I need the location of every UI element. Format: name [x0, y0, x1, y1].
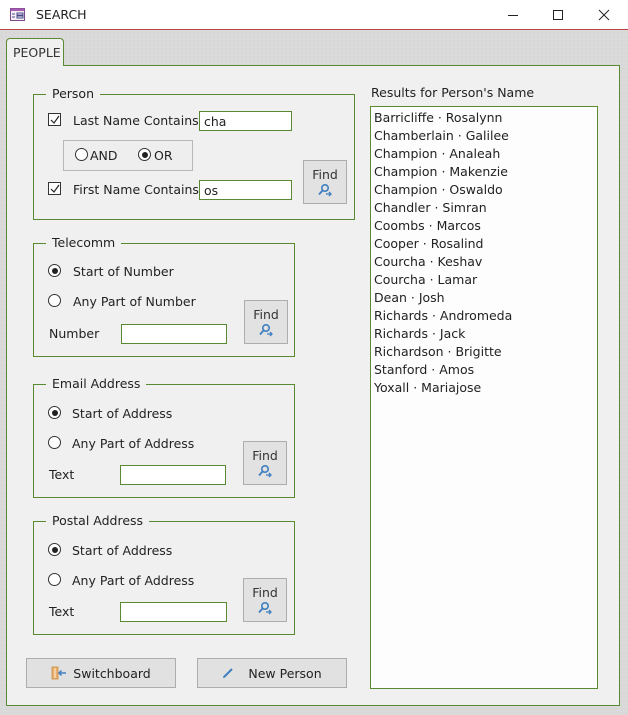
email-text-label: Text [49, 467, 75, 482]
and-radio[interactable] [75, 148, 88, 161]
switchboard-exit-icon [51, 666, 67, 680]
email-any-label: Any Part of Address [72, 436, 195, 451]
result-list-item[interactable]: Richards · Andromeda [371, 307, 597, 325]
last-name-label: Last Name Contains [73, 113, 199, 128]
result-list-item[interactable]: Coombs · Marcos [371, 217, 597, 235]
postal-start-radio[interactable] [48, 543, 61, 556]
find-label: Find [252, 585, 278, 600]
postal-text-input[interactable] [120, 602, 227, 622]
number-label: Number [49, 326, 100, 341]
tab-people[interactable]: PEOPLE [6, 38, 64, 66]
email-any-radio[interactable] [48, 436, 61, 449]
and-label: AND [90, 148, 118, 163]
email-find-button[interactable]: Find [243, 441, 287, 485]
telecomm-any-radio[interactable] [48, 294, 61, 307]
close-button[interactable] [581, 0, 627, 30]
new-person-label: New Person [248, 665, 322, 681]
minimize-icon [508, 15, 518, 16]
first-name-checkbox[interactable] [48, 182, 61, 195]
switchboard-button[interactable]: Switchboard [26, 658, 176, 688]
postal-text-label: Text [49, 604, 75, 619]
telecomm-start-label: Start of Number [73, 264, 174, 279]
find-person-icon [259, 323, 273, 337]
first-name-label: First Name Contains [73, 182, 199, 197]
result-list-item[interactable]: Barricliffe · Rosalynn [371, 109, 597, 127]
form-app-icon [10, 8, 25, 21]
result-list-item[interactable]: Champion · Makenzie [371, 163, 597, 181]
person-group-legend: Person [46, 86, 101, 102]
close-icon [598, 9, 610, 21]
email-start-radio[interactable] [48, 406, 61, 419]
find-label: Find [253, 307, 279, 322]
result-list-item[interactable]: Yoxall · Mariajose [371, 379, 597, 397]
telecomm-any-label: Any Part of Number [73, 294, 196, 309]
results-label: Results for Person's Name [371, 85, 535, 100]
email-start-label: Start of Address [72, 406, 173, 421]
result-list-item[interactable]: Champion · Analeah [371, 145, 597, 163]
find-person-icon [258, 464, 272, 478]
checkmark-icon [50, 184, 60, 193]
minimize-button[interactable] [490, 0, 536, 30]
switchboard-label: Switchboard [73, 665, 151, 681]
result-list-item[interactable]: Chandler · Simran [371, 199, 597, 217]
result-list-item[interactable]: Richards · Jack [371, 325, 597, 343]
or-radio[interactable] [138, 148, 151, 161]
telecomm-start-radio[interactable] [48, 264, 61, 277]
find-person-icon [258, 601, 272, 615]
result-list-item[interactable]: Dean · Josh [371, 289, 597, 307]
result-list-item[interactable]: Courcha · Lamar [371, 271, 597, 289]
first-name-input[interactable]: os [199, 180, 292, 200]
result-list-item[interactable]: Richardson · Brigitte [371, 343, 597, 361]
postal-group-legend: Postal Address [46, 513, 150, 529]
find-person-icon [318, 183, 332, 197]
maximize-button[interactable] [535, 0, 581, 30]
new-person-button[interactable]: New Person [197, 658, 347, 688]
email-group-legend: Email Address [46, 376, 147, 392]
window-title: SEARCH [36, 7, 87, 22]
title-bar: SEARCH [0, 0, 628, 30]
last-name-checkbox[interactable] [48, 113, 61, 126]
result-list-item[interactable]: Courcha · Keshav [371, 253, 597, 271]
or-label: OR [154, 148, 173, 163]
postal-any-radio[interactable] [48, 573, 61, 586]
find-label: Find [312, 167, 338, 182]
postal-start-label: Start of Address [72, 543, 173, 558]
find-label: Find [252, 448, 278, 463]
postal-any-label: Any Part of Address [72, 573, 195, 588]
tab-people-label: PEOPLE [13, 45, 61, 60]
postal-find-button[interactable]: Find [243, 578, 287, 622]
result-list-item[interactable]: Stanford · Amos [371, 361, 597, 379]
result-list-item[interactable]: Cooper · Rosalind [371, 235, 597, 253]
telecomm-find-button[interactable]: Find [244, 300, 288, 344]
email-text-input[interactable] [120, 465, 226, 485]
last-name-input[interactable]: cha [199, 111, 292, 131]
results-listbox[interactable]: Barricliffe · Rosalynn Chamberlain · Gali… [370, 106, 598, 689]
maximize-icon [553, 10, 563, 20]
number-input[interactable] [121, 324, 227, 344]
result-list-item[interactable]: Champion · Oswaldo [371, 181, 597, 199]
result-list-item[interactable]: Chamberlain · Galilee [371, 127, 597, 145]
telecomm-group-legend: Telecomm [46, 235, 122, 251]
pencil-icon [223, 668, 234, 678]
person-find-button[interactable]: Find [303, 160, 347, 204]
checkmark-icon [50, 115, 60, 124]
